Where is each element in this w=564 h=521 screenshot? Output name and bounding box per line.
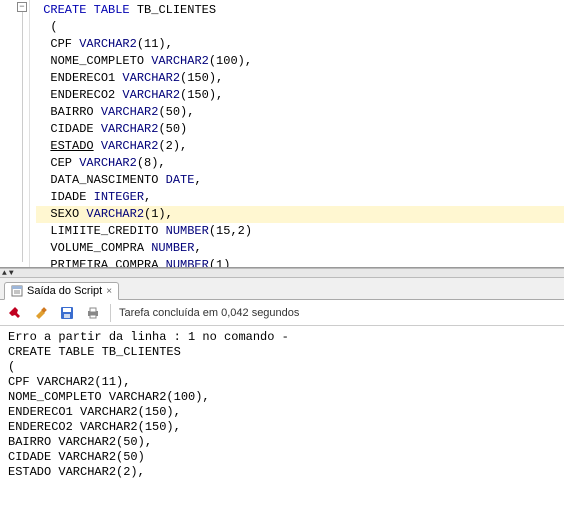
code-line: DATA_NASCIMENTO DATE,	[36, 172, 564, 189]
code-token: CREATE	[43, 3, 86, 17]
code-token: VARCHAR2	[122, 71, 180, 85]
code-token: (	[50, 20, 57, 34]
code-token: VARCHAR2	[79, 37, 137, 51]
code-line: SEXO VARCHAR2(1),	[36, 206, 564, 223]
code-token: ENDERECO1	[50, 71, 122, 85]
output-line: CPF VARCHAR2(11),	[8, 375, 556, 390]
code-token: NOME_COMPLETO	[50, 54, 151, 68]
code-token: (1),	[144, 207, 173, 221]
code-token: (150),	[180, 71, 223, 85]
code-token: (2),	[158, 139, 187, 153]
code-token: ESTADO	[50, 139, 93, 153]
code-line: ENDERECO2 VARCHAR2(150),	[36, 87, 564, 104]
clear-button[interactable]	[32, 304, 50, 322]
code-line: LIMIITE_CREDITO NUMBER(15,2)	[36, 223, 564, 240]
code-token: (8),	[137, 156, 166, 170]
toolbar-separator	[110, 304, 111, 322]
code-token: (50)	[158, 122, 187, 136]
code-token: INTEGER	[94, 190, 144, 204]
output-line: CREATE TABLE TB_CLIENTES	[8, 345, 556, 360]
code-token: ,	[194, 241, 201, 255]
code-line: ENDERECO1 VARCHAR2(150),	[36, 70, 564, 87]
collapse-up-icon[interactable]: ▲	[2, 269, 7, 278]
code-token: VARCHAR2	[122, 88, 180, 102]
code-line: CPF VARCHAR2(11),	[36, 36, 564, 53]
output-line: CIDADE VARCHAR2(50)	[8, 450, 556, 465]
tab-script-output[interactable]: Saída do Script ×	[4, 282, 119, 300]
code-token: VARCHAR2	[151, 54, 209, 68]
code-token: TABLE	[94, 3, 130, 17]
code-token: NUMBER	[151, 241, 194, 255]
code-line: (	[36, 19, 564, 36]
code-line: CIDADE VARCHAR2(50)	[36, 121, 564, 138]
code-token: VARCHAR2	[101, 122, 159, 136]
code-token: SEXO	[50, 207, 86, 221]
output-line: (	[8, 360, 556, 375]
output-line: NOME_COMPLETO VARCHAR2(100),	[8, 390, 556, 405]
code-token: DATA_NASCIMENTO	[50, 173, 165, 187]
code-token: DATE	[166, 173, 195, 187]
fold-toggle[interactable]: −	[17, 2, 27, 12]
code-token: TB_CLIENTES	[130, 3, 216, 17]
gutter: −	[0, 0, 30, 267]
code-token: (50),	[158, 105, 194, 119]
output-line: ENDERECO2 VARCHAR2(150),	[8, 420, 556, 435]
code-token: (150),	[180, 88, 223, 102]
code-token: (1)	[209, 258, 231, 268]
code-token: VARCHAR2	[86, 207, 144, 221]
code-token: VARCHAR2	[79, 156, 137, 170]
code-line: CREATE TABLE TB_CLIENTES	[36, 2, 564, 19]
code-line: VOLUME_COMPRA NUMBER,	[36, 240, 564, 257]
code-line: BAIRRO VARCHAR2(50),	[36, 104, 564, 121]
code-token: CPF	[50, 37, 79, 51]
script-output-icon	[11, 285, 23, 297]
fold-guide	[22, 12, 23, 262]
task-status-text: Tarefa concluída em 0,042 segundos	[119, 307, 299, 319]
print-button[interactable]	[84, 304, 102, 322]
code-token: LIMIITE_CREDITO	[50, 224, 165, 238]
code-token: (15,2)	[209, 224, 252, 238]
code-token: VARCHAR2	[101, 105, 159, 119]
code-token: (11),	[137, 37, 173, 51]
close-icon[interactable]: ×	[106, 286, 112, 297]
code-token: PRIMEIRA_COMPRA	[50, 258, 165, 268]
code-line: ESTADO VARCHAR2(2),	[36, 138, 564, 155]
output-line: BAIRRO VARCHAR2(50),	[8, 435, 556, 450]
output-line: ESTADO VARCHAR2(2),	[8, 465, 556, 480]
code-token: ENDERECO2	[50, 88, 122, 102]
save-button[interactable]	[58, 304, 76, 322]
sql-editor-pane: − CREATE TABLE TB_CLIENTES ( CPF VARCHAR…	[0, 0, 564, 268]
code-token: ,	[194, 173, 201, 187]
code-token: CIDADE	[50, 122, 100, 136]
code-line: CEP VARCHAR2(8),	[36, 155, 564, 172]
code-line: NOME_COMPLETO VARCHAR2(100),	[36, 53, 564, 70]
collapse-down-icon[interactable]: ▼	[9, 269, 14, 278]
output-tabbar: Saída do Script ×	[0, 278, 564, 300]
code-token: CEP	[50, 156, 79, 170]
code-token: VOLUME_COMPRA	[50, 241, 151, 255]
pin-button[interactable]	[6, 304, 24, 322]
output-toolbar: Tarefa concluída em 0,042 segundos	[0, 300, 564, 326]
output-line: Erro a partir da linha : 1 no comando -	[8, 330, 556, 345]
output-line: ENDERECO1 VARCHAR2(150),	[8, 405, 556, 420]
tab-label: Saída do Script	[27, 285, 102, 297]
code-token: BAIRRO	[50, 105, 100, 119]
code-token	[86, 3, 93, 17]
code-line: IDADE INTEGER,	[36, 189, 564, 206]
code-token: NUMBER	[166, 224, 209, 238]
sql-code-area[interactable]: CREATE TABLE TB_CLIENTES ( CPF VARCHAR2(…	[30, 0, 564, 267]
split-bar[interactable]: ▲ ▼	[0, 268, 564, 278]
code-token	[94, 139, 101, 153]
script-output-area[interactable]: Erro a partir da linha : 1 no comando -C…	[0, 326, 564, 484]
code-token: ,	[144, 190, 151, 204]
code-token: NUMBER	[166, 258, 209, 268]
code-line: PRIMEIRA_COMPRA NUMBER(1)	[36, 257, 564, 268]
code-token: (100),	[209, 54, 252, 68]
code-token: VARCHAR2	[101, 139, 159, 153]
code-token: IDADE	[50, 190, 93, 204]
